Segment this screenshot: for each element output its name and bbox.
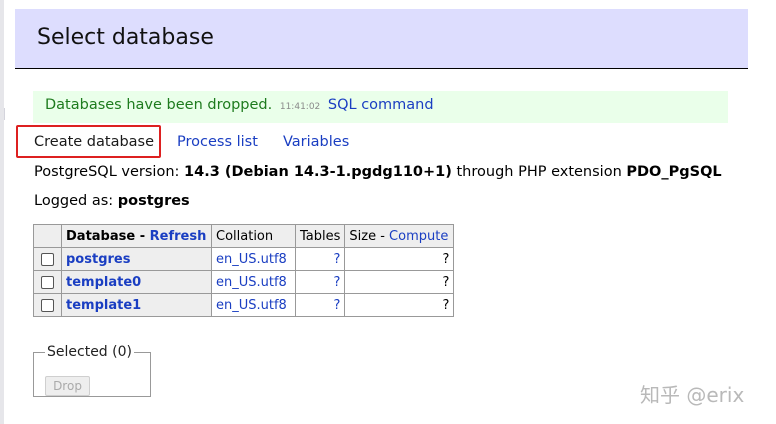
create-database-highlight: Create database: [16, 125, 161, 158]
selected-legend: Selected (0): [47, 344, 132, 360]
row-check-cell: [33, 270, 62, 294]
watermark-text: 知乎 @erix: [640, 383, 745, 407]
tables-cell: ?: [294, 247, 346, 271]
tables-cell: ?: [294, 293, 346, 317]
database-name-cell: postgres: [61, 247, 212, 271]
collation-cell: en_US.utf8: [211, 293, 296, 317]
selected-fieldset: Selected (0) Drop: [33, 344, 151, 397]
logged-as-line: Logged as: postgres: [34, 193, 190, 209]
database-link[interactable]: template0: [66, 275, 141, 290]
header-check-cell: [33, 224, 62, 248]
collation-cell: en_US.utf8: [211, 247, 296, 271]
table-row: template0 en_US.utf8 ? ?: [33, 270, 455, 294]
success-message: Databases have been dropped. 11:41:02 SQ…: [33, 91, 728, 123]
collation-link[interactable]: en_US.utf8: [216, 298, 287, 313]
tables-link[interactable]: ?: [333, 252, 340, 267]
header-tables: Tables: [294, 224, 346, 248]
message-text: Databases have been dropped.: [45, 97, 273, 113]
header-collation: Collation: [211, 224, 296, 248]
tables-link[interactable]: ?: [333, 275, 340, 290]
database-link[interactable]: template1: [66, 298, 141, 313]
header-database-label: Database: [66, 228, 136, 244]
table-row: template1 en_US.utf8 ? ?: [33, 293, 455, 317]
left-panel-tick: [4, 108, 5, 120]
refresh-link[interactable]: Refresh: [150, 229, 207, 244]
row-checkbox[interactable]: [41, 275, 54, 289]
sql-command-link[interactable]: SQL command: [328, 97, 434, 113]
left-panel-edge: [0, 0, 4, 424]
size-cell: ?: [344, 247, 455, 271]
collation-cell: en_US.utf8: [211, 270, 296, 294]
row-check-cell: [33, 247, 62, 271]
row-checkbox[interactable]: [41, 298, 54, 312]
tables-cell: ?: [294, 270, 346, 294]
table-header-row: Database - Refresh Collation Tables Size…: [33, 224, 455, 248]
server-version-line: PostgreSQL version: 14.3 (Debian 14.3-1.…: [34, 164, 722, 180]
database-link[interactable]: postgres: [66, 252, 130, 267]
size-cell: ?: [344, 270, 455, 294]
drop-button[interactable]: Drop: [45, 376, 90, 396]
page-title: Select database: [37, 25, 214, 50]
database-name-cell: template1: [61, 293, 212, 317]
extension-value: PDO_PgSQL: [626, 164, 722, 180]
database-name-cell: template0: [61, 270, 212, 294]
row-checkbox[interactable]: [41, 252, 54, 266]
compute-link[interactable]: Compute: [389, 229, 448, 244]
logged-user: postgres: [117, 193, 190, 209]
header-size: Size - Compute: [344, 224, 455, 248]
version-prefix: PostgreSQL version:: [34, 164, 180, 180]
collation-link[interactable]: en_US.utf8: [216, 275, 287, 290]
size-cell: ?: [344, 293, 455, 317]
table-row: postgres en_US.utf8 ? ?: [33, 247, 455, 271]
row-check-cell: [33, 293, 62, 317]
version-middle: through PHP extension: [456, 164, 622, 180]
header-database: Database - Refresh: [61, 224, 212, 248]
database-table: Database - Refresh Collation Tables Size…: [33, 224, 455, 317]
header-size-label: Size: [349, 228, 377, 244]
logged-prefix: Logged as:: [34, 193, 114, 209]
message-time: 11:41:02: [279, 102, 321, 112]
create-database-link[interactable]: Create database: [34, 134, 154, 150]
variables-link[interactable]: Variables: [283, 134, 349, 150]
version-value: 14.3 (Debian 14.3-1.pgdg110+1): [184, 164, 452, 180]
process-list-link[interactable]: Process list: [177, 134, 258, 150]
page-header: Select database: [15, 9, 748, 69]
tables-link[interactable]: ?: [333, 298, 340, 313]
collation-link[interactable]: en_US.utf8: [216, 252, 287, 267]
